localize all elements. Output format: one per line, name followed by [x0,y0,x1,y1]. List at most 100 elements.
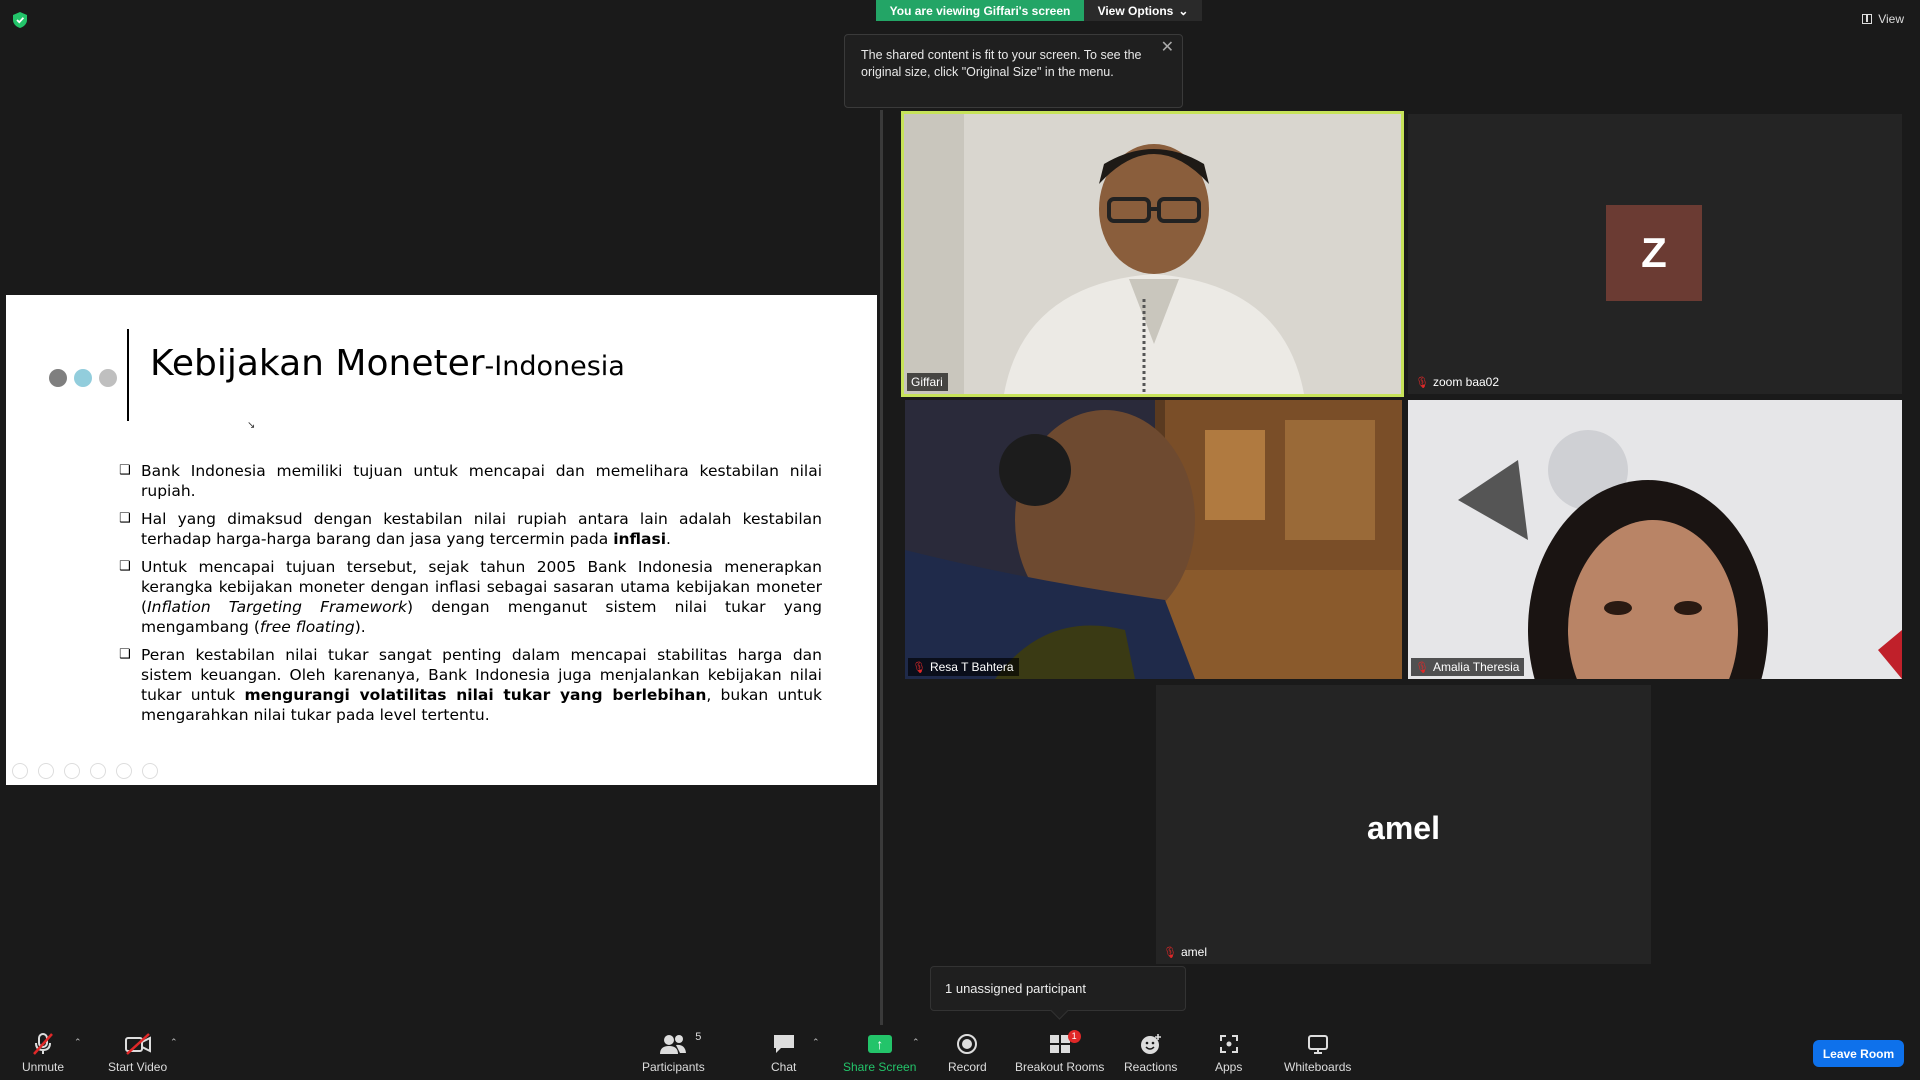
checkbox-bullet-icon: ❑ [119,647,131,662]
slide-bullet-text: Peran kestabilan nilai tukar sangat pent… [141,645,822,725]
split-view-divider[interactable] [880,110,883,1028]
audio-options-caret-icon[interactable]: ⌃ [74,1037,82,1048]
video-tile-amel[interactable]: amel 🎙 amel [1156,685,1651,964]
slide-title-main: Kebijakan Moneter [150,343,485,384]
view-layout-button[interactable]: View [1862,12,1904,26]
video-tile-giffari[interactable]: Giffari [901,111,1404,397]
microphone-muted-icon [31,1031,55,1057]
mic-muted-icon: 🎙 [1415,376,1429,389]
whiteboards-label: Whiteboards [1284,1060,1352,1074]
apps-label: Apps [1215,1060,1243,1074]
viewing-screen-banner: You are viewing Giffari's screen [876,0,1084,21]
slides-icon[interactable] [90,763,106,779]
tooltip-text: The shared content is fit to your screen… [861,48,1142,79]
slide-title-suffix: -Indonesia [484,351,625,382]
participants-button[interactable]: 5 Participants [642,1031,705,1074]
decoration-dot [74,369,92,387]
avatar: Z [1606,205,1702,301]
view-options-button[interactable]: View Options ⌄ [1084,0,1202,21]
participants-count: 5 [695,1031,702,1043]
video-tile-resa[interactable]: 🎙 Resa T Bahtera [905,400,1402,679]
decoration-dot [49,369,67,387]
slide-text-run: . [666,530,671,548]
zoom-icon[interactable] [116,763,132,779]
participant-video-giffari [904,114,1401,394]
chat-label: Chat [771,1060,797,1074]
slide-decoration-dots [49,369,117,387]
whiteboards-button[interactable]: Whiteboards [1284,1031,1351,1074]
breakout-rooms-badge: 1 [1067,1030,1081,1043]
participant-name-tag: 🎙 zoom baa02 [1411,373,1504,391]
smiley-icon [1139,1031,1163,1057]
video-tile-amalia[interactable]: 🎙 Amalia Theresia [1408,400,1902,679]
record-label: Record [948,1060,987,1074]
start-video-label: Start Video [108,1060,168,1074]
unassigned-participant-notice[interactable]: 1 unassigned participant [930,966,1186,1011]
video-off-icon [124,1031,152,1057]
slide-annotation-tools [12,763,158,779]
chat-options-caret-icon[interactable]: ⌃ [812,1037,820,1048]
slide-bullet-item: ❑ Untuk mencapai tujuan tersebut, sejak t… [119,557,822,637]
mouse-cursor-icon: ↘ [247,420,256,431]
slide-text-run: ). [354,618,366,636]
participant-name-tag: 🎙 amel [1159,943,1212,961]
participant-display-name: amel [1367,810,1440,846]
reactions-button[interactable]: Reactions [1124,1031,1177,1074]
chevron-down-icon: ⌄ [1178,3,1189,18]
mic-muted-icon: 🎙 [912,661,926,674]
pen-icon[interactable] [64,763,80,779]
checkbox-bullet-icon: ❑ [119,463,131,478]
slide-bullet-item: ❑ Peran kestabilan nilai tukar sangat pen… [119,645,822,725]
mic-muted-icon: 🎙 [1415,661,1429,674]
chat-button[interactable]: Chat [771,1031,796,1074]
participants-label: Participants [642,1060,705,1074]
participant-name: Resa T Bahtera [929,660,1014,674]
share-screen-label: Share Screen [843,1060,917,1074]
start-video-button[interactable]: Start Video [108,1031,167,1074]
slide-bullet-item: ❑ Bank Indonesia memiliki tujuan untuk me… [119,461,822,501]
share-screen-button[interactable]: ↑ Share Screen [843,1031,916,1074]
slide-bullet-item: ❑ Hal yang dimaksud dengan kestabilan nil… [119,509,822,549]
participant-name: Amalia Theresia [1432,660,1520,674]
view-layout-label: View [1878,12,1904,26]
participant-name: zoom baa02 [1432,375,1500,389]
participant-video-amalia [1408,400,1902,679]
more-icon[interactable] [142,763,158,779]
shared-screen-slide: Kebijakan Moneter-Indonesia ↘ ❑ Bank Indo… [6,295,877,785]
mic-muted-icon: 🎙 [1163,946,1177,959]
title-divider-line [127,329,129,421]
prev-slide-icon[interactable] [12,763,28,779]
apps-icon [1218,1031,1240,1057]
participants-icon: 5 [659,1031,701,1057]
checkbox-bullet-icon: ❑ [119,511,131,526]
record-button[interactable]: Record [948,1031,987,1074]
encryption-shield-icon[interactable] [13,12,27,28]
breakout-rooms-label: Breakout Rooms [1015,1060,1105,1074]
unmute-button[interactable]: Unmute [22,1031,64,1074]
video-tile-zoom-baa02[interactable]: Z 🎙 zoom baa02 [1408,114,1902,394]
breakout-rooms-button[interactable]: 1 Breakout Rooms [1015,1030,1105,1074]
chat-bubble-icon [772,1031,796,1057]
leave-room-button[interactable]: Leave Room [1813,1040,1904,1067]
meeting-toolbar: Unmute ⌃ Start Video ⌃ 5 Participants Ch… [0,1025,1920,1080]
unassigned-participant-text: 1 unassigned participant [945,981,1086,996]
slide-text-run: inflasi [613,530,667,548]
video-options-caret-icon[interactable]: ⌃ [170,1037,178,1048]
participant-name-tag: 🎙 Resa T Bahtera [908,658,1019,676]
close-icon[interactable]: ✕ [1161,39,1174,56]
checkbox-bullet-icon: ❑ [119,559,131,574]
slide-bullet-text: Untuk mencapai tujuan tersebut, sejak ta… [141,557,822,637]
apps-button[interactable]: Apps [1215,1031,1242,1074]
participant-name-tag: Giffari [907,373,948,391]
next-slide-icon[interactable] [38,763,54,779]
breakout-rooms-icon: 1 [1048,1030,1081,1057]
slide-text-run: mengurangi volatilitas nilai tukar yang … [244,686,707,704]
whiteboard-icon [1307,1031,1329,1057]
view-options-label: View Options [1097,3,1174,18]
slide-text-run: free floating [259,618,355,636]
share-options-caret-icon[interactable]: ⌃ [912,1037,920,1048]
slide-bullet-text: Bank Indonesia memiliki tujuan untuk men… [141,461,822,501]
reactions-label: Reactions [1124,1060,1178,1074]
layout-grid-icon [1862,14,1873,24]
slide-text-run: Bank Indonesia memiliki tujuan untuk men… [141,462,822,500]
